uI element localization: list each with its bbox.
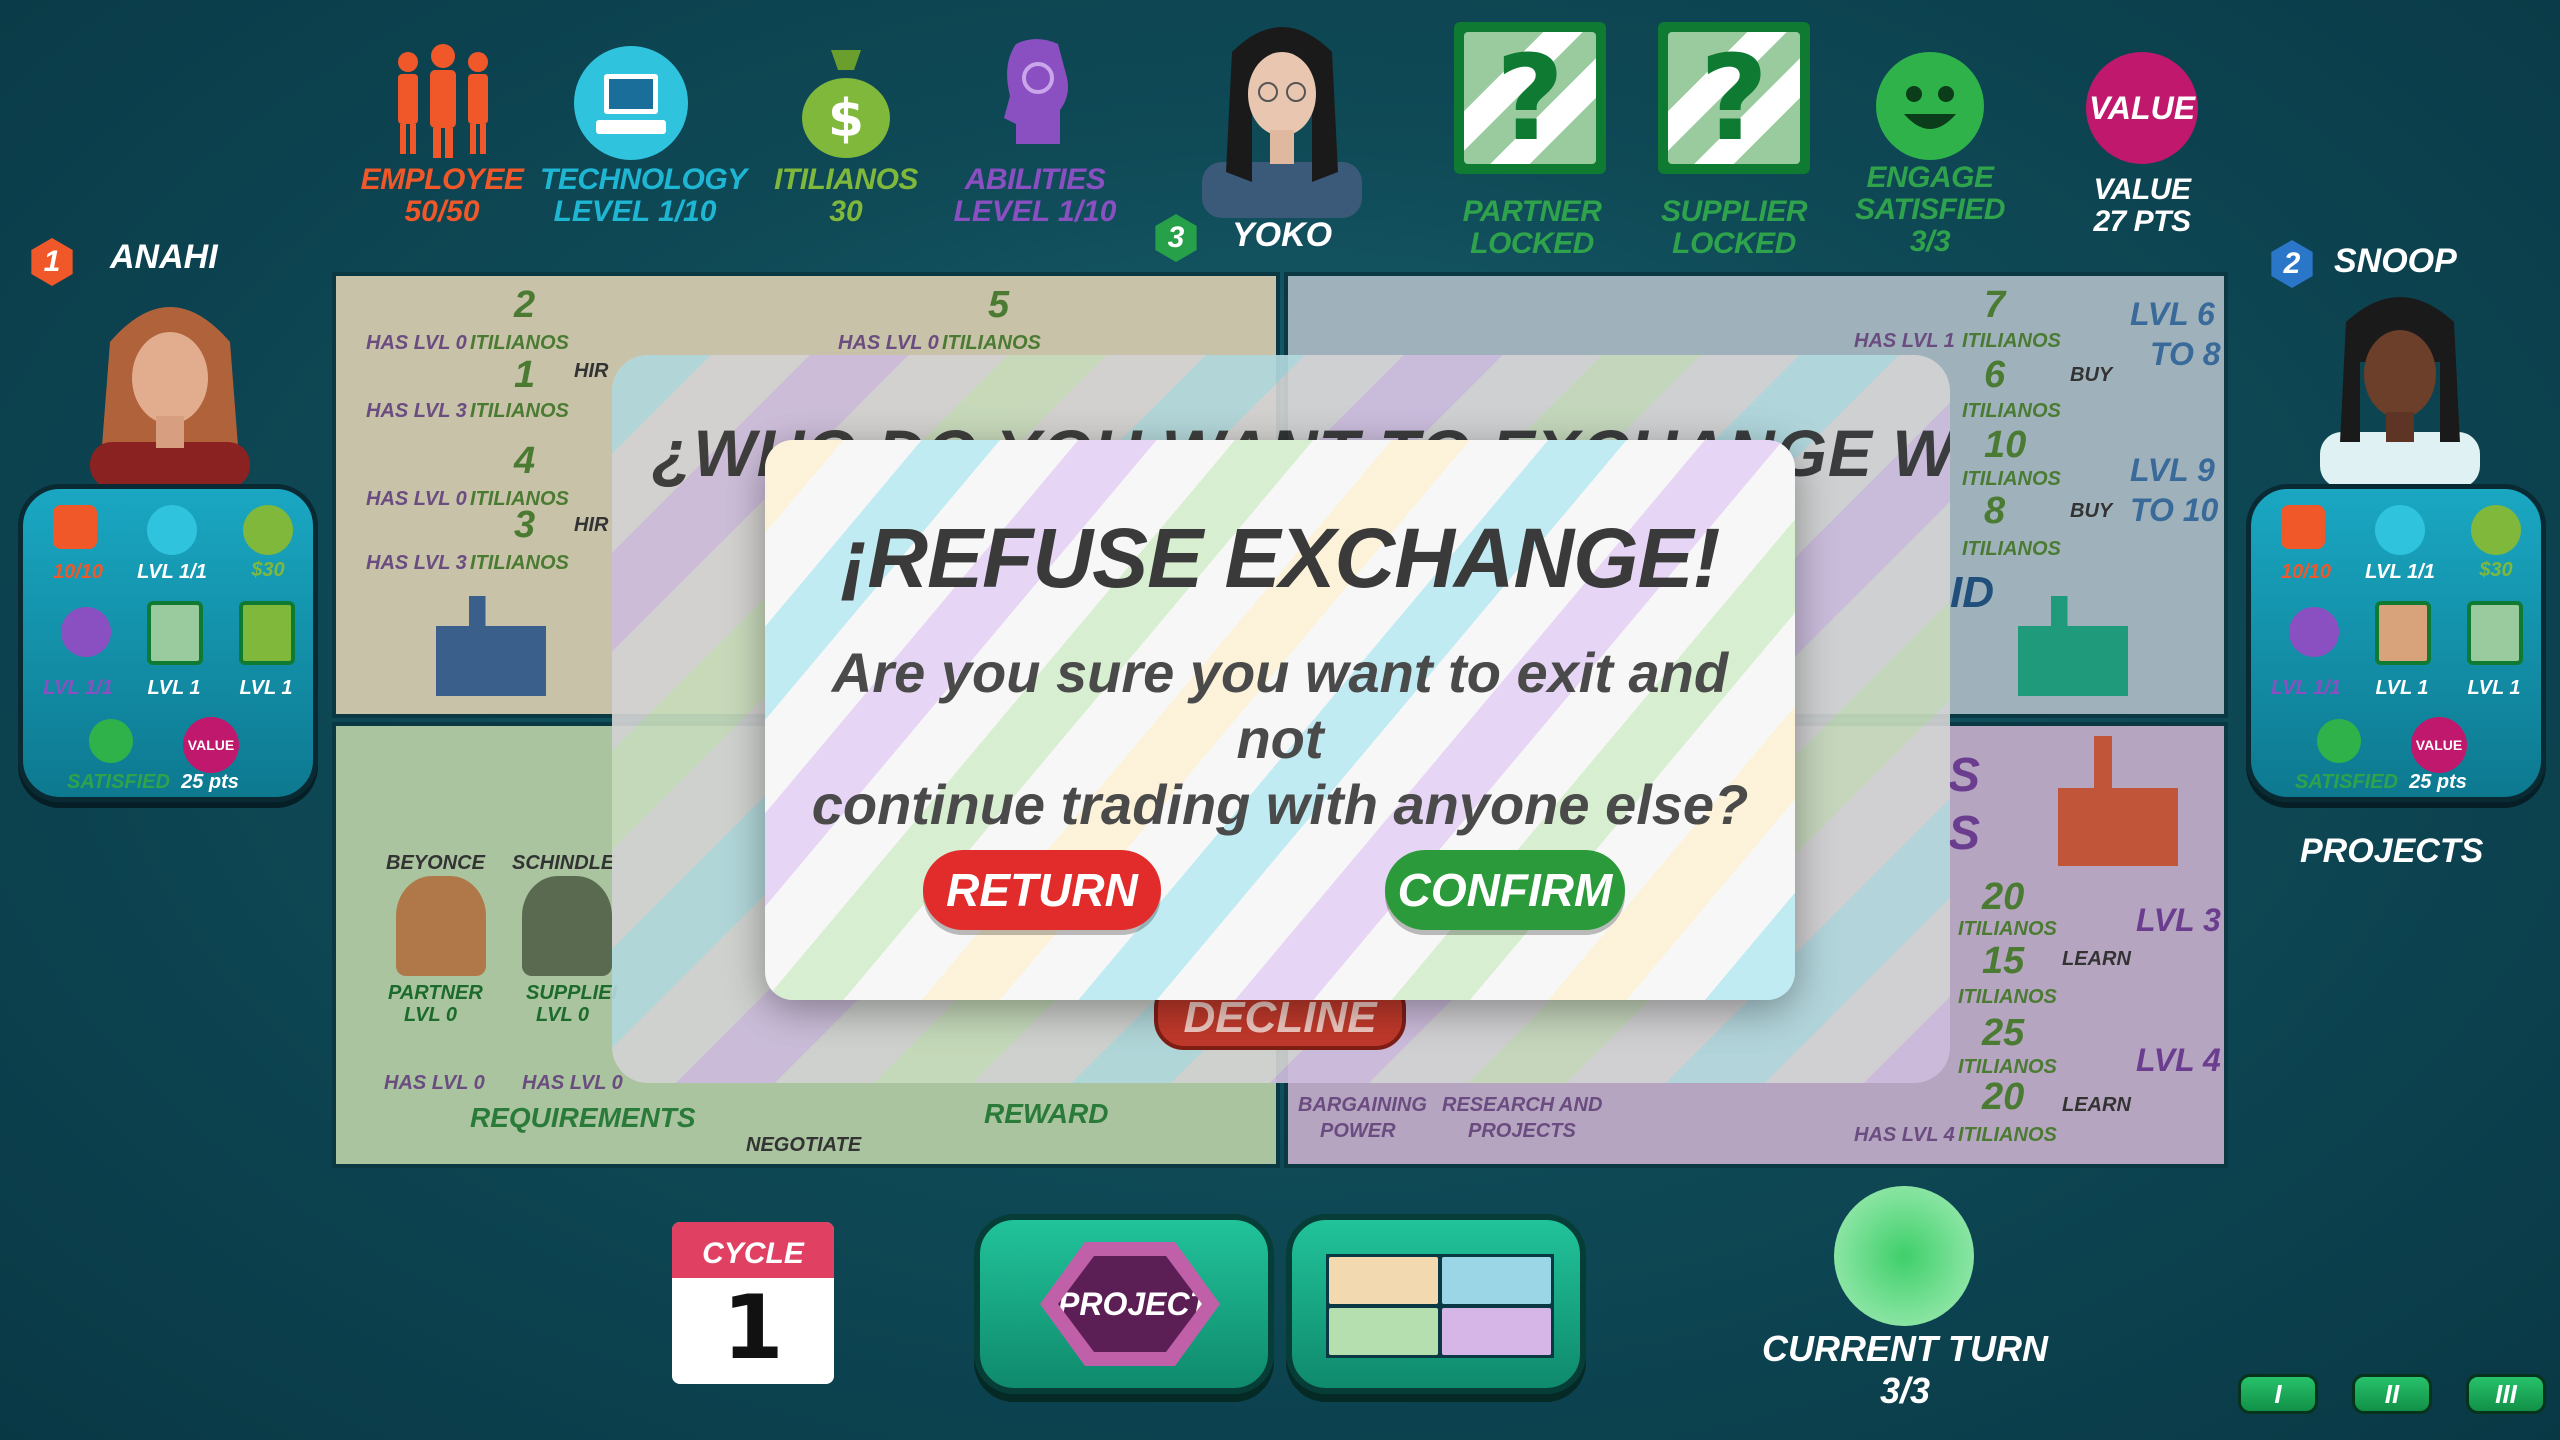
abilities-stat: ABILITIES LEVEL 1/10 xyxy=(953,163,1117,228)
svg-text:$: $ xyxy=(828,89,864,149)
technology-icon xyxy=(147,505,197,555)
current-player-name: YOKO xyxy=(1232,216,1333,254)
employee-stat: EMPLOYEE 50/50 xyxy=(360,163,524,228)
supplier-status: SUPPLIER LOCKED xyxy=(1660,195,1808,260)
current-turn-label: CURRENT TURN 3/3 xyxy=(1762,1328,2048,1411)
board-thumbnail-icon xyxy=(1326,1254,1554,1358)
project-hex-icon: PROJECT xyxy=(1040,1242,1220,1366)
board-overview-button[interactable] xyxy=(1286,1214,1586,1394)
player-2-number: 2 xyxy=(2271,240,2313,288)
player-1-number: 1 xyxy=(31,238,73,286)
money-bag-icon xyxy=(2471,505,2521,555)
tab-i[interactable]: I xyxy=(2238,1374,2318,1414)
refuse-exchange-modal: ¡REFUSE EXCHANGE! Are you sure you want … xyxy=(765,440,1795,1000)
money-bag-icon xyxy=(243,505,293,555)
partner-icon xyxy=(2375,601,2431,665)
value-badge: VALUE xyxy=(2086,52,2198,164)
current-turn-indicator xyxy=(1834,1186,1974,1326)
player-2-name: SNOOP xyxy=(2334,242,2457,280)
smiley-icon xyxy=(2317,719,2361,763)
factory-icon xyxy=(2058,736,2178,866)
return-button[interactable]: RETURN xyxy=(923,850,1161,930)
money-bag-icon: $ xyxy=(796,40,896,160)
partner-status: PARTNER LOCKED xyxy=(1462,195,1602,260)
smiley-icon xyxy=(89,719,133,763)
yoko-avatar xyxy=(1192,12,1372,218)
factory-icon xyxy=(2018,596,2128,696)
tab-iii[interactable]: III xyxy=(2466,1374,2546,1414)
technology-icon xyxy=(2375,505,2425,555)
supplier-locked-card[interactable]: ? xyxy=(1658,22,1810,174)
modal-title: ¡REFUSE EXCHANGE! xyxy=(840,511,1720,605)
projects-label[interactable]: PROJECTS xyxy=(2300,832,2483,871)
itilianos-stat: ITILIANOS 30 xyxy=(774,163,918,228)
value-badge: VALUE xyxy=(183,717,239,773)
schindler-avatar xyxy=(522,876,612,976)
current-player-number: 3 xyxy=(1155,214,1197,262)
abilities-icon xyxy=(61,607,111,657)
abilities-icon xyxy=(2289,607,2339,657)
factory-icon xyxy=(436,596,546,696)
anahi-avatar xyxy=(70,282,270,488)
question-mark-icon: ? xyxy=(1699,29,1769,167)
partner-icon xyxy=(147,601,203,665)
player-2-panel[interactable]: 10/10 LVL 1/1 $30 LVL 1/1 LVL 1 LVL 1 SA… xyxy=(2246,484,2546,802)
question-mark-icon: ? xyxy=(1495,29,1565,167)
employee-icon xyxy=(388,40,498,160)
player-1-name: ANAHI xyxy=(110,238,218,276)
supplier-icon xyxy=(239,601,295,665)
supplier-icon xyxy=(2467,601,2523,665)
beyonce-avatar xyxy=(396,876,486,976)
snoop-avatar xyxy=(2300,282,2500,488)
tab-ii[interactable]: II xyxy=(2352,1374,2432,1414)
technology-icon xyxy=(574,46,688,160)
partner-locked-card[interactable]: ? xyxy=(1454,22,1606,174)
smiley-icon xyxy=(1876,52,1984,160)
employee-icon xyxy=(53,505,97,549)
confirm-button[interactable]: CONFIRM xyxy=(1385,850,1625,930)
value-status: VALUE 27 PTS xyxy=(2093,173,2191,238)
cycle-calendar: CYCLE 1 xyxy=(672,1222,834,1384)
abilities-icon xyxy=(986,34,1086,160)
project-button[interactable]: PROJECT xyxy=(974,1214,1274,1394)
value-badge: VALUE xyxy=(2411,717,2467,773)
modal-message: Are you sure you want to exit and not co… xyxy=(811,641,1749,836)
technology-stat: TECHNOLOGY LEVEL 1/10 xyxy=(540,163,747,228)
player-1-panel[interactable]: 10/10 LVL 1/1 $30 LVL 1/1 LVL 1 LVL 1 SA… xyxy=(18,484,318,802)
engage-status: ENGAGE SATISFIED 3/3 xyxy=(1855,161,2005,258)
employee-icon xyxy=(2281,505,2325,549)
